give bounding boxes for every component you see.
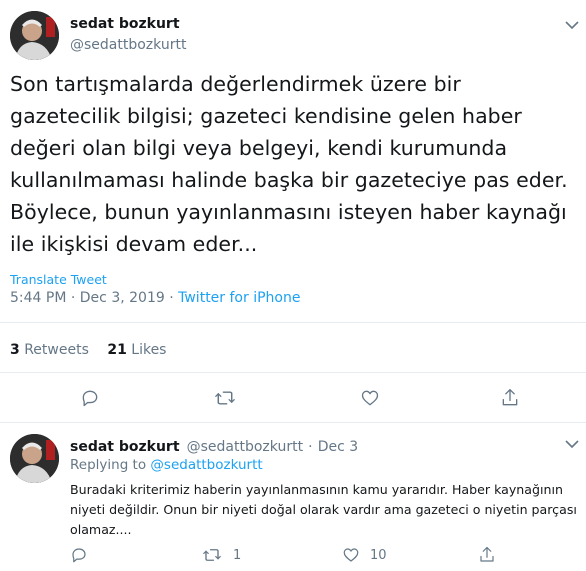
share-button[interactable]	[500, 387, 520, 409]
like-button[interactable]	[360, 388, 380, 408]
reply-header: sedat bozkurt @sedattbozkurtt · Dec 3	[70, 436, 358, 455]
divider	[0, 372, 586, 373]
more-options-button[interactable]	[565, 21, 579, 30]
author-avatar[interactable]	[10, 11, 59, 60]
reply-date[interactable]: Dec 3	[318, 439, 358, 455]
translate-tweet-link[interactable]: Translate Tweet	[10, 272, 107, 287]
chevron-down-icon	[565, 21, 579, 30]
reply-share-button[interactable]	[478, 545, 496, 565]
tweet-time[interactable]: 5:44 PM	[10, 290, 66, 306]
retweets-stat[interactable]: 3 Retweets	[10, 342, 89, 358]
tweet-meta: 5:44 PM · Dec 3, 2019 · Twitter for iPho…	[10, 290, 300, 306]
reply-icon	[72, 548, 86, 563]
reply-retweet-button[interactable]	[202, 546, 222, 564]
avatar-image	[10, 11, 59, 60]
share-icon	[502, 389, 518, 406]
reply-like-count: 10	[370, 548, 387, 563]
reply-tweet-text: Buradaki kriterimiz haberin yayınlanması…	[70, 482, 577, 537]
author-name[interactable]: sedat bozkurt	[70, 16, 180, 32]
avatar-image	[10, 434, 59, 483]
reply-like-button[interactable]	[342, 546, 360, 564]
retweet-icon	[203, 549, 221, 561]
reply-button[interactable]	[80, 388, 100, 408]
tweet-date[interactable]: Dec 3, 2019	[80, 290, 165, 306]
author-handle[interactable]: @sedattbozkurtt	[70, 37, 186, 53]
share-icon	[480, 546, 494, 562]
chevron-down-icon	[565, 440, 579, 449]
retweet-icon	[215, 391, 235, 405]
heart-icon	[361, 390, 379, 406]
replying-to: Replying to @sedattbozkurtt	[70, 457, 263, 473]
reply-author-handle[interactable]: @sedattbozkurtt	[187, 439, 303, 455]
retweets-label: Retweets	[24, 342, 89, 358]
reply-retweet-count: 1	[233, 548, 242, 563]
meta-separator: ·	[70, 290, 76, 306]
likes-count: 21	[107, 342, 127, 358]
reply-author-avatar[interactable]	[10, 434, 59, 483]
divider	[0, 322, 586, 323]
tweet-text: Son tartışmalarda değerlendirmek üzere b…	[10, 72, 568, 256]
replying-to-handle[interactable]: @sedattbozkurtt	[150, 457, 262, 473]
retweets-count: 3	[10, 342, 20, 358]
meta-separator-2: ·	[169, 290, 174, 306]
reply-separator: ·	[308, 439, 313, 455]
divider	[0, 422, 586, 423]
heart-icon	[343, 548, 359, 562]
likes-label: Likes	[131, 342, 167, 358]
tweet-source-link[interactable]: Twitter for iPhone	[178, 290, 300, 306]
reply-reply-button[interactable]	[70, 546, 88, 564]
retweet-button[interactable]	[214, 388, 236, 408]
reply-icon	[82, 390, 98, 407]
likes-stat[interactable]: 21 Likes	[107, 342, 166, 358]
reply-author-name[interactable]: sedat bozkurt	[70, 439, 180, 455]
tweet-stats: 3 Retweets 21 Likes	[10, 342, 166, 358]
reply-more-options-button[interactable]	[565, 440, 579, 449]
replying-to-label: Replying to	[70, 457, 147, 473]
